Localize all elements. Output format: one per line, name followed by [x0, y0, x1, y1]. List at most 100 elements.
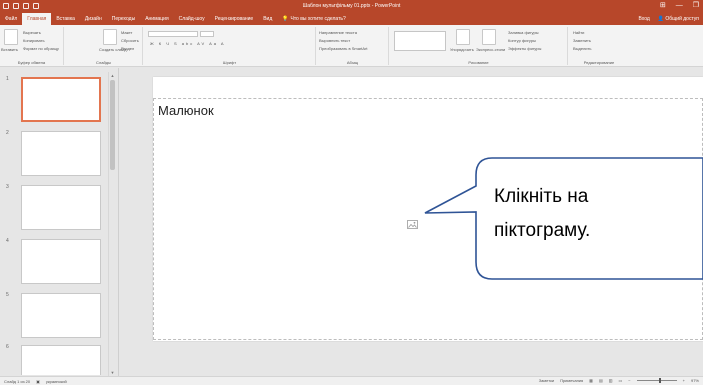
arrange-icon[interactable]	[456, 29, 470, 45]
paste-label[interactable]: Вставить	[1, 47, 18, 52]
slide-counter: Слайд 1 из 20	[4, 379, 31, 384]
shape-outline-button[interactable]: Контур фигуры	[508, 38, 536, 43]
zoom-slider-thumb[interactable]	[658, 378, 661, 383]
shape-fill-button[interactable]: Заливка фигуры	[508, 30, 539, 35]
group-editing: Найти Заменить Выделить Редактирование	[569, 27, 629, 65]
group-drawing: Упорядочить Экспресс-стили Заливка фигур…	[390, 27, 568, 65]
lightbulb-icon: 💡	[282, 16, 289, 22]
title-bar: Шаблон мультфільму 01.pptx - PowerPoint …	[0, 0, 703, 13]
slide-thumbnail-2[interactable]	[21, 131, 101, 176]
group-clipboard: Вставить Вырезать Копировать Формат по о…	[0, 27, 64, 65]
text-direction-button[interactable]: Направление текста	[319, 30, 357, 35]
normal-view-icon[interactable]: ▦	[589, 378, 593, 383]
reading-view-icon[interactable]: ▥	[609, 378, 613, 383]
shapes-gallery[interactable]	[394, 31, 446, 51]
tab-animations[interactable]: Анимация	[140, 13, 173, 25]
slide-thumbnail-6[interactable]	[21, 345, 101, 375]
zoom-in-icon[interactable]: +	[683, 378, 685, 383]
group-label-drawing: Рисование	[468, 60, 489, 65]
find-button[interactable]: Найти	[573, 30, 584, 35]
share-label: Общий доступ	[665, 16, 699, 22]
slide-thumbnails-pane: 1 2 3 4 5 6	[0, 68, 119, 376]
shape-effects-button[interactable]: Эффекты фигуры	[508, 46, 541, 51]
slide-thumbnail-5[interactable]	[21, 293, 101, 338]
layout-button[interactable]: Макет	[121, 30, 132, 35]
tab-transitions[interactable]: Переходы	[107, 13, 140, 25]
window-controls: ⊞ — ❐	[660, 2, 699, 10]
ribbon: Вставить Вырезать Копировать Формат по о…	[0, 25, 703, 67]
language-indicator[interactable]: украинский	[46, 379, 67, 384]
font-name-select[interactable]	[148, 31, 198, 37]
zoom-out-icon[interactable]: −	[628, 378, 630, 383]
copy-button[interactable]: Копировать	[23, 38, 45, 43]
spellcheck-icon[interactable]: ▣	[36, 379, 40, 384]
window-title: Шаблон мультфільму 01.pptx - PowerPoint	[302, 3, 401, 9]
comments-button[interactable]: Примечания	[560, 378, 583, 383]
thumb-number: 5	[6, 292, 9, 298]
tab-slideshow[interactable]: Слайд-шоу	[174, 13, 210, 25]
font-size-select[interactable]	[200, 31, 214, 37]
replace-button[interactable]: Заменить	[573, 38, 591, 43]
scroll-up-icon[interactable]: ▲	[110, 73, 115, 78]
format-painter-button[interactable]: Формат по образцу	[23, 46, 59, 51]
slide-thumbnail-3[interactable]	[21, 185, 101, 230]
group-label-slides: Слайды	[96, 60, 111, 65]
insert-picture-icon[interactable]	[407, 220, 418, 229]
powerpoint-window: Шаблон мультфільму 01.pptx - PowerPoint …	[0, 0, 703, 385]
group-paragraph: Направление текста Выровнять текст Преоб…	[317, 27, 389, 65]
tab-file[interactable]: Файл	[0, 13, 22, 25]
align-text-button[interactable]: Выровнять текст	[319, 38, 350, 43]
zoom-slider[interactable]	[636, 378, 677, 383]
callout-line-1: Клікніть на	[494, 186, 589, 207]
font-format-buttons[interactable]: Ж К Ч S abc AV Aa A	[150, 41, 226, 46]
tell-me-box[interactable]: 💡 Что вы хотите сделать?	[277, 13, 351, 25]
thumb-number: 4	[6, 238, 9, 244]
group-label-editing: Редактирование	[583, 60, 615, 65]
tab-design[interactable]: Дизайн	[80, 13, 107, 25]
new-slide-icon[interactable]	[103, 29, 117, 45]
thumb-number: 2	[6, 130, 9, 136]
tab-view[interactable]: Вид	[258, 13, 277, 25]
section-button[interactable]: Раздел	[121, 46, 134, 51]
group-label-clipboard: Буфер обмена	[17, 60, 46, 65]
sign-in-link[interactable]: Вход	[638, 16, 649, 22]
slide-thumbnail-4[interactable]	[21, 239, 101, 284]
tab-review[interactable]: Рецензирование	[210, 13, 259, 25]
minimize-icon[interactable]: —	[676, 2, 683, 10]
quick-styles-icon[interactable]	[482, 29, 496, 45]
cut-button[interactable]: Вырезать	[23, 30, 41, 35]
tab-home[interactable]: Главная	[22, 13, 52, 25]
group-label-font: Шрифт	[222, 60, 237, 65]
slideshow-view-icon[interactable]: ▭	[619, 378, 623, 383]
group-font: Ж К Ч S abc AV Aa A Шрифт	[144, 27, 316, 65]
smartart-button[interactable]: Преобразовать в SmartArt	[319, 46, 368, 51]
quick-styles-label[interactable]: Экспресс-стили	[476, 47, 505, 52]
account-area: Вход 👤 Общий доступ	[638, 16, 699, 22]
notes-button[interactable]: Заметки	[539, 378, 554, 383]
thumb-number: 6	[6, 344, 9, 350]
status-bar: Слайд 1 из 20 ▣ украинский Заметки Приме…	[0, 376, 703, 385]
zoom-level[interactable]: 97%	[691, 378, 699, 383]
scroll-down-icon[interactable]: ▼	[110, 370, 115, 375]
placeholder-title: Малюнок	[158, 103, 214, 118]
ribbon-tabs: Файл Главная Вставка Дизайн Переходы Ани…	[0, 13, 703, 25]
thumbnails-scrollbar[interactable]: ▲ ▼	[108, 72, 116, 376]
arrange-label[interactable]: Упорядочить	[450, 47, 474, 52]
callout-text: Клікніть на піктограму.	[494, 180, 694, 248]
group-label-paragraph: Абзац	[346, 60, 359, 65]
slide-thumbnail-1[interactable]	[21, 77, 101, 122]
reset-button[interactable]: Сбросить	[121, 38, 139, 43]
thumb-number: 1	[6, 76, 9, 82]
sorter-view-icon[interactable]: ▤	[599, 378, 603, 383]
select-button[interactable]: Выделить	[573, 46, 591, 51]
scrollbar-thumb[interactable]	[110, 80, 115, 170]
tab-insert[interactable]: Вставка	[51, 13, 80, 25]
paste-icon[interactable]	[4, 29, 18, 45]
callout-line-2: піктограму.	[494, 220, 591, 241]
ribbon-display-icon[interactable]: ⊞	[660, 2, 666, 10]
group-slides: Создать слайд Макет Сбросить Раздел Слай…	[65, 27, 143, 65]
maximize-icon[interactable]: ❐	[693, 2, 699, 10]
tell-me-label: Что вы хотите сделать?	[290, 16, 346, 22]
thumb-number: 3	[6, 184, 9, 190]
share-button[interactable]: 👤 Общий доступ	[658, 16, 699, 22]
